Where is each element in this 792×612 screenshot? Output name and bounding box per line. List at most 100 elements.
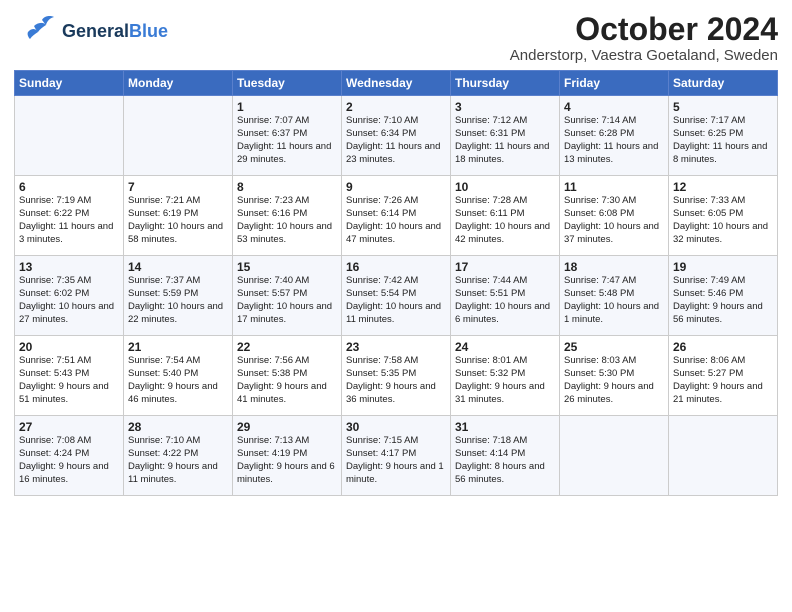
day-number: 6 [19,180,119,194]
calendar-week-row: 20Sunrise: 7:51 AMSunset: 5:43 PMDayligh… [15,336,778,416]
day-number: 25 [564,340,664,354]
day-number: 29 [237,420,337,434]
calendar-week-row: 13Sunrise: 7:35 AMSunset: 6:02 PMDayligh… [15,256,778,336]
cell-info: Sunrise: 7:17 AMSunset: 6:25 PMDaylight:… [673,115,773,166]
cell-info: Sunrise: 7:23 AMSunset: 6:16 PMDaylight:… [237,195,337,246]
calendar-week-row: 27Sunrise: 7:08 AMSunset: 4:24 PMDayligh… [15,416,778,496]
calendar-cell: 14Sunrise: 7:37 AMSunset: 5:59 PMDayligh… [124,256,233,336]
day-number: 2 [346,100,446,114]
weekday-header: Monday [124,71,233,96]
day-number: 21 [128,340,228,354]
cell-info: Sunrise: 7:15 AMSunset: 4:17 PMDaylight:… [346,435,446,486]
day-number: 16 [346,260,446,274]
day-number: 9 [346,180,446,194]
calendar-cell: 15Sunrise: 7:40 AMSunset: 5:57 PMDayligh… [233,256,342,336]
calendar-table: SundayMondayTuesdayWednesdayThursdayFrid… [14,70,778,496]
cell-info: Sunrise: 7:08 AMSunset: 4:24 PMDaylight:… [19,435,119,486]
calendar-cell: 23Sunrise: 7:58 AMSunset: 5:35 PMDayligh… [342,336,451,416]
calendar-cell: 9Sunrise: 7:26 AMSunset: 6:14 PMDaylight… [342,176,451,256]
cell-info: Sunrise: 7:07 AMSunset: 6:37 PMDaylight:… [237,115,337,166]
weekday-header: Sunday [15,71,124,96]
cell-info: Sunrise: 7:13 AMSunset: 4:19 PMDaylight:… [237,435,337,486]
day-number: 24 [455,340,555,354]
calendar-cell: 30Sunrise: 7:15 AMSunset: 4:17 PMDayligh… [342,416,451,496]
logo-blue: Blue [129,21,168,41]
cell-info: Sunrise: 7:54 AMSunset: 5:40 PMDaylight:… [128,355,228,406]
calendar-cell: 29Sunrise: 7:13 AMSunset: 4:19 PMDayligh… [233,416,342,496]
day-number: 4 [564,100,664,114]
day-number: 10 [455,180,555,194]
calendar-cell: 2Sunrise: 7:10 AMSunset: 6:34 PMDaylight… [342,96,451,176]
day-number: 28 [128,420,228,434]
title-block: October 2024 Anderstorp, Vaestra Goetala… [510,12,778,64]
calendar-cell: 17Sunrise: 7:44 AMSunset: 5:51 PMDayligh… [451,256,560,336]
logo-text-block: GeneralBlue [62,22,168,40]
calendar-cell: 13Sunrise: 7:35 AMSunset: 6:02 PMDayligh… [15,256,124,336]
calendar-cell: 19Sunrise: 7:49 AMSunset: 5:46 PMDayligh… [669,256,778,336]
calendar-cell: 7Sunrise: 7:21 AMSunset: 6:19 PMDaylight… [124,176,233,256]
calendar-cell: 21Sunrise: 7:54 AMSunset: 5:40 PMDayligh… [124,336,233,416]
calendar-cell: 31Sunrise: 7:18 AMSunset: 4:14 PMDayligh… [451,416,560,496]
calendar-cell: 5Sunrise: 7:17 AMSunset: 6:25 PMDaylight… [669,96,778,176]
cell-info: Sunrise: 8:01 AMSunset: 5:32 PMDaylight:… [455,355,555,406]
calendar-cell: 20Sunrise: 7:51 AMSunset: 5:43 PMDayligh… [15,336,124,416]
calendar-cell: 8Sunrise: 7:23 AMSunset: 6:16 PMDaylight… [233,176,342,256]
day-number: 14 [128,260,228,274]
cell-info: Sunrise: 7:33 AMSunset: 6:05 PMDaylight:… [673,195,773,246]
logo-wordmark: GeneralBlue [62,22,168,40]
calendar-cell: 6Sunrise: 7:19 AMSunset: 6:22 PMDaylight… [15,176,124,256]
day-number: 26 [673,340,773,354]
weekday-header: Thursday [451,71,560,96]
calendar-cell: 16Sunrise: 7:42 AMSunset: 5:54 PMDayligh… [342,256,451,336]
logo: GeneralBlue [14,12,168,50]
day-number: 17 [455,260,555,274]
calendar-week-row: 1Sunrise: 7:07 AMSunset: 6:37 PMDaylight… [15,96,778,176]
day-number: 7 [128,180,228,194]
day-number: 11 [564,180,664,194]
day-number: 27 [19,420,119,434]
cell-info: Sunrise: 7:10 AMSunset: 4:22 PMDaylight:… [128,435,228,486]
calendar-cell: 18Sunrise: 7:47 AMSunset: 5:48 PMDayligh… [560,256,669,336]
weekday-header: Tuesday [233,71,342,96]
calendar-cell [669,416,778,496]
cell-info: Sunrise: 7:47 AMSunset: 5:48 PMDaylight:… [564,275,664,326]
day-number: 13 [19,260,119,274]
page-subtitle: Anderstorp, Vaestra Goetaland, Sweden [510,47,778,64]
page: GeneralBlue October 2024 Anderstorp, Vae… [0,0,792,612]
day-number: 8 [237,180,337,194]
day-number: 12 [673,180,773,194]
cell-info: Sunrise: 7:10 AMSunset: 6:34 PMDaylight:… [346,115,446,166]
cell-info: Sunrise: 7:49 AMSunset: 5:46 PMDaylight:… [673,275,773,326]
day-number: 23 [346,340,446,354]
cell-info: Sunrise: 7:30 AMSunset: 6:08 PMDaylight:… [564,195,664,246]
calendar-cell: 12Sunrise: 7:33 AMSunset: 6:05 PMDayligh… [669,176,778,256]
calendar-cell: 24Sunrise: 8:01 AMSunset: 5:32 PMDayligh… [451,336,560,416]
cell-info: Sunrise: 7:19 AMSunset: 6:22 PMDaylight:… [19,195,119,246]
cell-info: Sunrise: 7:21 AMSunset: 6:19 PMDaylight:… [128,195,228,246]
cell-info: Sunrise: 7:42 AMSunset: 5:54 PMDaylight:… [346,275,446,326]
day-number: 30 [346,420,446,434]
day-number: 19 [673,260,773,274]
calendar-cell: 10Sunrise: 7:28 AMSunset: 6:11 PMDayligh… [451,176,560,256]
calendar-week-row: 6Sunrise: 7:19 AMSunset: 6:22 PMDaylight… [15,176,778,256]
weekday-header: Friday [560,71,669,96]
day-number: 5 [673,100,773,114]
weekday-header: Saturday [669,71,778,96]
cell-info: Sunrise: 7:26 AMSunset: 6:14 PMDaylight:… [346,195,446,246]
calendar-cell: 11Sunrise: 7:30 AMSunset: 6:08 PMDayligh… [560,176,669,256]
day-number: 20 [19,340,119,354]
logo-icon [14,12,58,50]
calendar-cell: 22Sunrise: 7:56 AMSunset: 5:38 PMDayligh… [233,336,342,416]
cell-info: Sunrise: 7:37 AMSunset: 5:59 PMDaylight:… [128,275,228,326]
cell-info: Sunrise: 7:14 AMSunset: 6:28 PMDaylight:… [564,115,664,166]
logo-general: General [62,21,129,41]
cell-info: Sunrise: 7:35 AMSunset: 6:02 PMDaylight:… [19,275,119,326]
page-title: October 2024 [510,12,778,47]
calendar-cell: 4Sunrise: 7:14 AMSunset: 6:28 PMDaylight… [560,96,669,176]
calendar-cell [124,96,233,176]
cell-info: Sunrise: 7:56 AMSunset: 5:38 PMDaylight:… [237,355,337,406]
cell-info: Sunrise: 7:40 AMSunset: 5:57 PMDaylight:… [237,275,337,326]
calendar-cell [560,416,669,496]
calendar-cell: 1Sunrise: 7:07 AMSunset: 6:37 PMDaylight… [233,96,342,176]
cell-info: Sunrise: 7:18 AMSunset: 4:14 PMDaylight:… [455,435,555,486]
